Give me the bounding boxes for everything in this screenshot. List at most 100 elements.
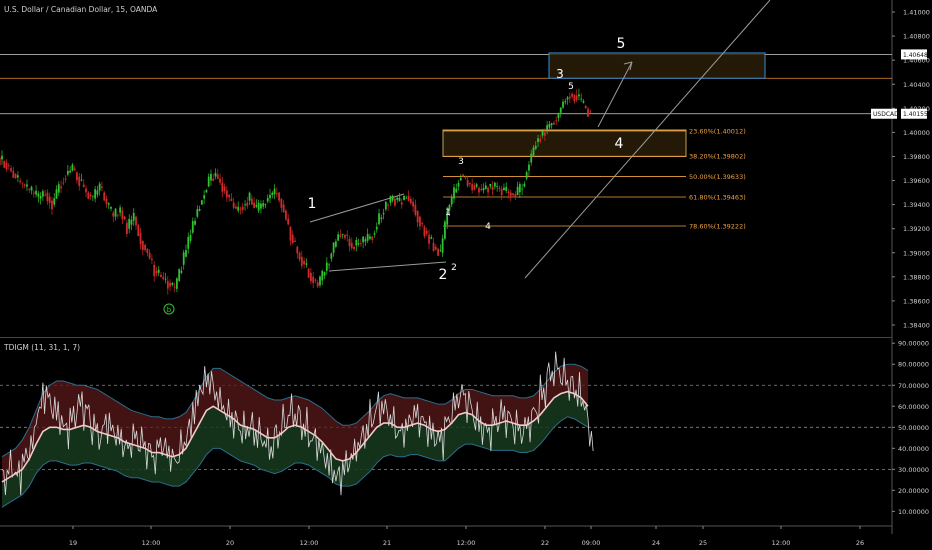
candle-body — [239, 208, 242, 210]
candle-body — [548, 124, 551, 128]
candle-body — [194, 220, 196, 225]
candle-body — [198, 209, 201, 211]
candle-body — [296, 246, 299, 254]
time-tick-label: 20 — [226, 539, 234, 547]
wave-label: 2 — [451, 263, 457, 273]
indicator-tick-label: 90.00000 — [898, 340, 929, 348]
candle-body — [459, 177, 462, 181]
candle-body — [121, 210, 124, 219]
candle-body — [305, 263, 308, 265]
candle-body — [19, 180, 22, 182]
price-tick-label: 1.39000 — [903, 249, 930, 257]
target-zone-box — [442, 129, 687, 157]
candle-body — [30, 186, 33, 191]
candle-body — [114, 208, 117, 217]
candle-body — [309, 272, 312, 282]
candle-body — [421, 222, 424, 224]
fib-label: 23.60%(1.40012) — [689, 127, 746, 135]
candle-body — [423, 226, 426, 237]
time-tick-label: 22 — [541, 539, 549, 547]
candle-body — [509, 192, 512, 196]
candle-body — [355, 239, 358, 246]
candle-body — [482, 188, 485, 191]
candle-body — [221, 182, 224, 192]
candle-body — [60, 186, 62, 189]
candle-body — [187, 236, 190, 249]
wave-label: 3 — [458, 157, 464, 167]
candle-body — [269, 194, 271, 199]
price-tick-label: 1.39600 — [903, 177, 930, 185]
candle-body — [196, 209, 199, 217]
fib-label: 78.60%(1.39222) — [689, 223, 746, 231]
candle-body — [503, 187, 505, 191]
candle-body — [380, 217, 383, 220]
candle-body — [262, 203, 265, 207]
candle-body — [528, 164, 530, 171]
candle-body — [207, 176, 210, 187]
candle-body — [119, 207, 122, 213]
candle-body — [441, 238, 444, 253]
time-tick-label: 25 — [699, 539, 707, 547]
candle-body — [255, 204, 258, 207]
candle-body — [491, 186, 494, 190]
candle-body — [250, 198, 253, 205]
candle-body — [166, 280, 169, 289]
candle-body — [210, 173, 212, 181]
candle-body — [57, 184, 60, 193]
candle-body — [473, 185, 476, 190]
candle-body — [91, 195, 94, 197]
candle-body — [16, 175, 19, 178]
candle-body — [425, 230, 428, 234]
candle-body — [521, 188, 524, 190]
indicator-tick-label: 20.00000 — [898, 487, 929, 495]
candle-body — [46, 192, 49, 202]
candle-body — [105, 198, 108, 204]
candle-body — [248, 192, 251, 201]
candle-body — [173, 286, 176, 288]
price-tick-label: 1.41000 — [903, 9, 930, 17]
candle-body — [130, 219, 133, 225]
candle-body — [457, 183, 460, 187]
candle-body — [7, 165, 10, 167]
time-tick-label: 26 — [856, 539, 864, 547]
candle-body — [39, 196, 42, 199]
candle-body — [32, 192, 35, 194]
price-tick-label: 1.39800 — [903, 153, 930, 161]
candle-body — [462, 174, 464, 177]
candle-body — [541, 131, 544, 136]
candle-body — [453, 187, 455, 199]
candle-body — [275, 193, 278, 195]
indicator-axis-ticks: 90.00000 80.00000 70.00000 60.00000 50.00000… — [892, 340, 929, 516]
candle-body — [71, 164, 74, 171]
candle-body — [455, 188, 458, 193]
candle-body — [332, 242, 335, 253]
candle-body — [573, 94, 576, 102]
candle-body — [353, 246, 355, 250]
candle-body — [112, 212, 115, 217]
candle-body — [403, 195, 405, 201]
candle-body — [300, 256, 303, 267]
candle-body — [334, 241, 337, 247]
candle-body — [273, 188, 276, 195]
candle-body — [464, 177, 467, 179]
candle-body — [566, 97, 569, 100]
candle-body — [289, 226, 292, 241]
tradingview-chart[interactable]: U.S. Dollar / Canadian Dollar, 15, OANDA… — [0, 0, 932, 550]
candle-body — [228, 194, 231, 198]
indicator-tick-label: 50.00000 — [898, 424, 929, 432]
time-tick-label: 24 — [652, 539, 660, 547]
indicator-tick-label: 80.00000 — [898, 361, 929, 369]
candle-body — [532, 147, 535, 156]
candle-body — [98, 183, 101, 191]
candle-body — [330, 253, 333, 259]
candle-body — [87, 192, 90, 199]
time-tick-label: 12:00 — [142, 539, 161, 547]
indicator-title: TDIGM (11, 31, 1, 7) — [3, 343, 80, 352]
candle-body — [285, 210, 287, 220]
candle-body — [398, 197, 401, 201]
wave-label: 5 — [617, 36, 626, 52]
candle-body — [525, 172, 528, 179]
candle-body — [64, 178, 67, 180]
candle-body — [10, 168, 12, 172]
candle-body — [416, 210, 419, 223]
